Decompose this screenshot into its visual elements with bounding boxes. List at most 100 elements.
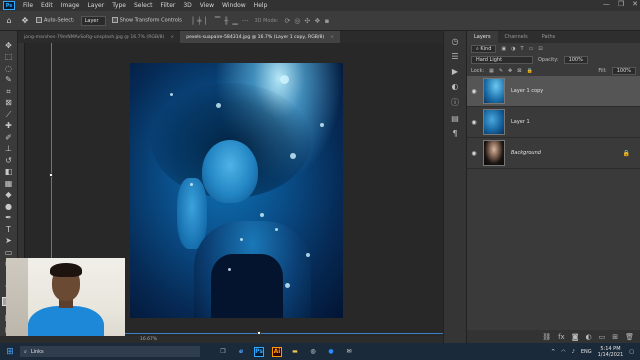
- align-bottom-icon[interactable]: ▁: [232, 17, 237, 25]
- libraries-panel-icon[interactable]: ▤: [451, 114, 459, 123]
- align-left-icon[interactable]: ▕: [188, 17, 193, 25]
- orbit-icon[interactable]: ⟳: [284, 17, 290, 25]
- tab-document-1[interactable]: jong-marshes-79mNMAvSoRg-unsplash.jpg @ …: [18, 31, 180, 43]
- add-mask-icon[interactable]: ◙: [572, 333, 579, 341]
- filter-type-icon[interactable]: T: [521, 46, 524, 52]
- blur-tool-icon[interactable]: ◆: [3, 191, 14, 200]
- menu-filter[interactable]: Filter: [157, 2, 180, 9]
- close-button[interactable]: ✕: [632, 0, 638, 8]
- tab-layers[interactable]: Layers: [467, 31, 498, 43]
- tab-document-2[interactable]: pexels-suapaire-584314.jpg @ 16.7% (Laye…: [180, 31, 341, 43]
- tab-channels[interactable]: Channels: [498, 31, 535, 43]
- align-middle-icon[interactable]: ╫: [224, 17, 228, 25]
- filter-shape-icon[interactable]: ▭: [529, 46, 534, 52]
- zoom-app-icon[interactable]: ●: [326, 347, 336, 357]
- minimize-button[interactable]: —: [603, 0, 610, 8]
- menu-type[interactable]: Type: [108, 2, 130, 9]
- tray-chevron-icon[interactable]: ^: [551, 349, 555, 355]
- lock-paint-icon[interactable]: ✎: [499, 68, 503, 74]
- gradient-tool-icon[interactable]: ▦: [3, 179, 14, 188]
- menu-select[interactable]: Select: [130, 2, 157, 9]
- properties-panel-icon[interactable]: ☰: [451, 52, 458, 61]
- brush-tool-icon[interactable]: ✐: [3, 133, 14, 142]
- menu-help[interactable]: Help: [250, 2, 272, 9]
- type-tool-icon[interactable]: T: [3, 225, 14, 234]
- delete-layer-icon[interactable]: 🗑: [625, 333, 634, 341]
- menu-file[interactable]: File: [19, 2, 37, 9]
- move-tool-icon[interactable]: ✥: [3, 41, 14, 50]
- menu-edit[interactable]: Edit: [37, 2, 57, 9]
- link-layers-icon[interactable]: ⛓: [542, 333, 551, 341]
- language-indicator[interactable]: ENG: [581, 349, 592, 355]
- taskbar-search[interactable]: ⌕ Links: [20, 346, 200, 357]
- maximize-button[interactable]: ❐: [618, 0, 624, 8]
- task-view-icon[interactable]: ❐: [218, 347, 228, 357]
- transform-handle[interactable]: [257, 331, 261, 335]
- transform-handle[interactable]: [49, 173, 53, 177]
- more-options-icon[interactable]: ···: [242, 17, 249, 25]
- marquee-tool-icon[interactable]: ⬚: [3, 53, 14, 62]
- eraser-tool-icon[interactable]: ◧: [3, 168, 14, 177]
- filter-pixel-icon[interactable]: ▣: [501, 46, 506, 52]
- chrome-icon[interactable]: ◎: [308, 347, 318, 357]
- lock-pixels-icon[interactable]: ▦: [489, 68, 494, 74]
- align-right-icon[interactable]: ▏: [205, 17, 210, 25]
- fill-input[interactable]: 100%: [611, 66, 636, 75]
- home-icon[interactable]: ⌂: [4, 16, 14, 26]
- roll-icon[interactable]: ◎: [294, 17, 300, 25]
- menu-layer[interactable]: Layer: [83, 2, 108, 9]
- healing-brush-icon[interactable]: ✚: [3, 122, 14, 131]
- transform-controls-checkbox[interactable]: Show Transform Controls: [111, 17, 182, 24]
- slide-icon[interactable]: ❖: [314, 17, 320, 25]
- stamp-tool-icon[interactable]: ⊥: [3, 145, 14, 154]
- photoshop-taskbar-icon[interactable]: Ps: [254, 346, 264, 357]
- new-group-icon[interactable]: ▭: [599, 333, 606, 341]
- pen-tool-icon[interactable]: ✒: [3, 214, 14, 223]
- path-select-tool-icon[interactable]: ➤: [3, 237, 14, 246]
- history-panel-icon[interactable]: ◷: [452, 37, 459, 46]
- lock-move-icon[interactable]: ✥: [508, 68, 512, 74]
- menu-view[interactable]: View: [196, 2, 218, 9]
- close-tab-icon[interactable]: ×: [170, 35, 174, 40]
- visibility-eye-icon[interactable]: ◉: [469, 150, 479, 157]
- volume-icon[interactable]: ♪: [572, 349, 575, 355]
- windows-start-icon[interactable]: ⊞: [0, 343, 20, 360]
- actions-panel-icon[interactable]: ▶: [452, 67, 458, 76]
- menu-window[interactable]: Window: [218, 2, 250, 9]
- document-image[interactable]: [130, 63, 343, 318]
- quick-select-tool-icon[interactable]: ✎: [3, 76, 14, 85]
- scale-icon[interactable]: ▪: [325, 17, 330, 25]
- file-explorer-icon[interactable]: ▬: [290, 347, 300, 357]
- zoom-level[interactable]: 16.67%: [140, 337, 157, 342]
- layer-row-layer-1-copy[interactable]: ◉ Layer 1 copy: [467, 76, 640, 107]
- opacity-input[interactable]: 100%: [563, 55, 588, 64]
- illustrator-taskbar-icon[interactable]: Ai: [272, 346, 282, 357]
- history-brush-icon[interactable]: ↺: [3, 156, 14, 165]
- lasso-tool-icon[interactable]: ◌: [3, 64, 14, 73]
- adjustment-layer-icon[interactable]: ◐: [586, 333, 592, 341]
- shape-tool-icon[interactable]: ▭: [3, 248, 14, 257]
- adjustments-panel-icon[interactable]: ◐: [452, 82, 459, 91]
- paragraph-panel-icon[interactable]: ¶: [452, 129, 457, 138]
- lock-all-icon[interactable]: 🔒: [526, 68, 532, 74]
- kind-filter-dropdown[interactable]: ⌕ Kind: [471, 44, 497, 53]
- layer-style-icon[interactable]: fx: [558, 333, 565, 341]
- edge-browser-icon[interactable]: e: [236, 347, 246, 357]
- align-top-icon[interactable]: ▔: [215, 17, 220, 25]
- dodge-tool-icon[interactable]: ●: [3, 202, 14, 211]
- menu-3d[interactable]: 3D: [179, 2, 195, 9]
- lock-artboard-icon[interactable]: ⊠: [517, 68, 521, 74]
- drag-icon[interactable]: ✣: [304, 17, 310, 25]
- clock[interactable]: 5:14 PM 1/14/2021: [598, 346, 624, 358]
- crop-tool-icon[interactable]: ⌗: [3, 87, 14, 96]
- auto-select-checkbox[interactable]: Auto-Select:: [36, 17, 75, 24]
- auto-select-dropdown[interactable]: Layer: [80, 15, 106, 26]
- visibility-eye-icon[interactable]: ◉: [469, 119, 479, 126]
- menu-image[interactable]: Image: [57, 2, 84, 9]
- tab-paths[interactable]: Paths: [535, 31, 563, 43]
- move-tool-icon[interactable]: ✥: [20, 16, 30, 26]
- eyedropper-tool-icon[interactable]: ⟋: [3, 110, 14, 119]
- layer-row-background[interactable]: ◉ Background 🔒: [467, 138, 640, 169]
- close-tab-icon[interactable]: ×: [330, 35, 334, 40]
- mail-icon[interactable]: ✉: [344, 347, 354, 357]
